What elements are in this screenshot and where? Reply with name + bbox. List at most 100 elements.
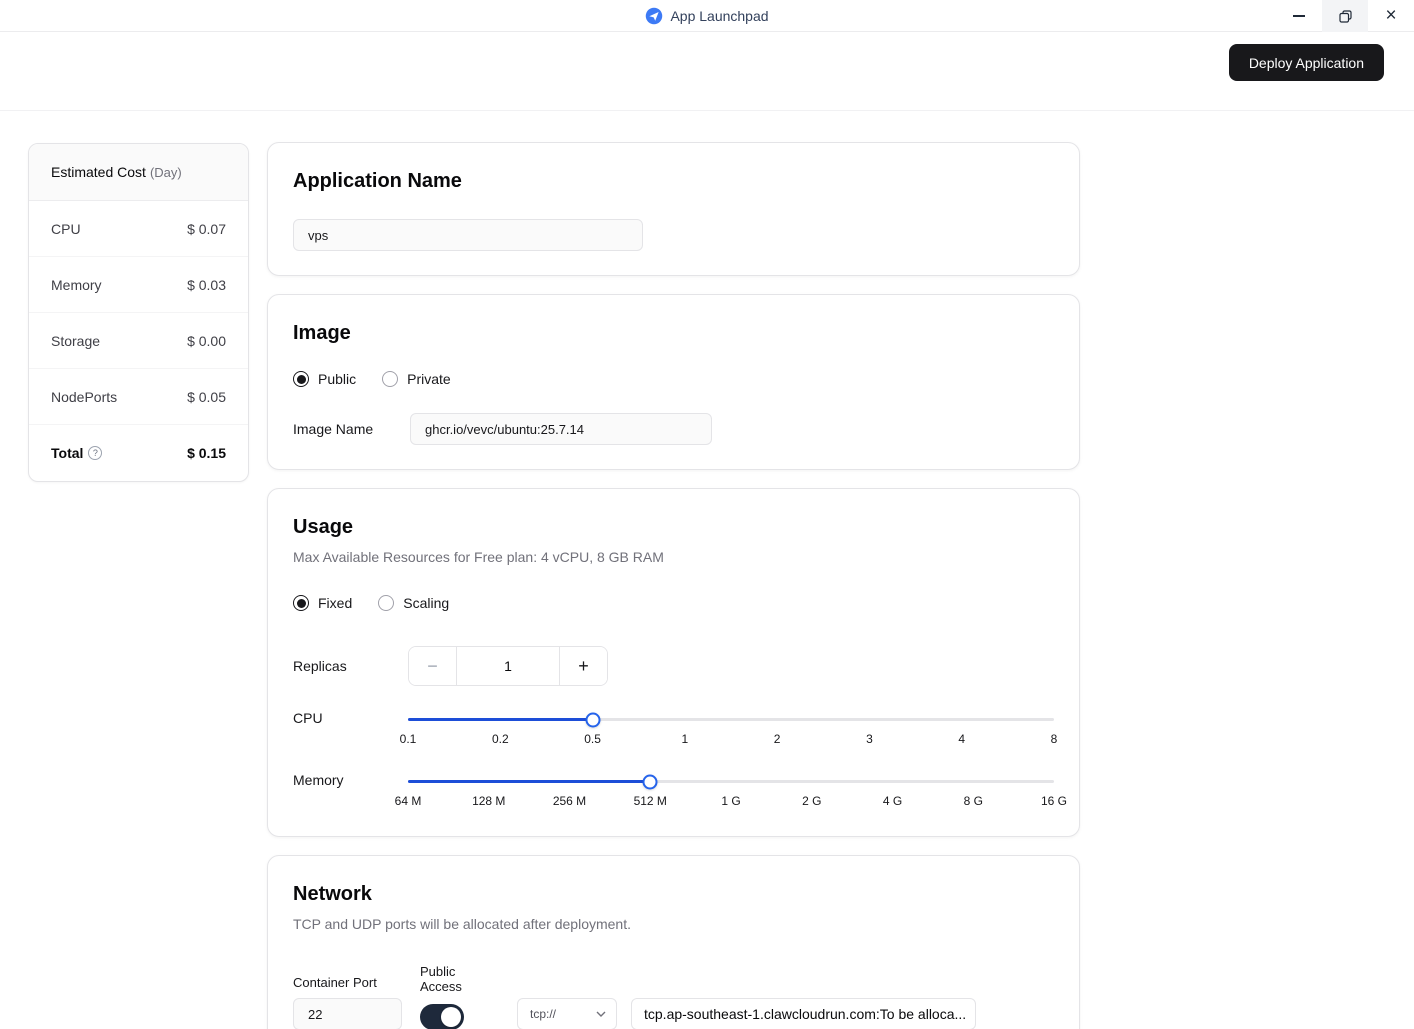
- network-title: Network: [293, 883, 372, 905]
- memory-tick: 1 G: [721, 794, 741, 808]
- container-port-column: Container Port: [293, 975, 402, 1029]
- public-address-value[interactable]: tcp.ap-southeast-1.clawcloudrun.com:To b…: [631, 998, 976, 1029]
- memory-tick: 4 G: [882, 794, 903, 808]
- cpu-tick: 0.5: [584, 732, 601, 746]
- public-access-label: Public Access: [420, 964, 462, 994]
- close-icon: ×: [1385, 5, 1397, 26]
- cost-row-memory: Memory $ 0.03: [29, 257, 248, 313]
- replicas-label: Replicas: [293, 658, 347, 674]
- replicas-value: 1: [504, 658, 512, 674]
- cpu-slider[interactable]: 0.1 0.2 0.5 1 2 3 4 8: [400, 706, 1057, 750]
- radio-scaling-control[interactable]: [378, 595, 395, 611]
- image-card: Image Public Private Image Name: [267, 294, 1080, 470]
- memory-tick: 2 G: [802, 794, 822, 808]
- cpu-tick: 2: [773, 732, 781, 746]
- cpu-tick: 0.2: [491, 732, 509, 746]
- memory-tick: 16 G: [1040, 794, 1068, 808]
- memory-label: Memory: [293, 772, 344, 788]
- public-access-column: Public Access: [420, 964, 499, 1029]
- usage-mode-radios: Fixed Scaling: [293, 595, 1054, 611]
- cpu-tick: 1: [681, 732, 689, 746]
- image-name-row: Image Name: [293, 413, 1054, 445]
- main-column: Application Name Image Public Private: [267, 142, 1080, 1029]
- estimated-cost-header: Estimated Cost (Day): [29, 144, 248, 201]
- image-name-input[interactable]: [410, 413, 712, 445]
- usage-title: Usage: [293, 516, 354, 538]
- replicas-decrement-button[interactable]: −: [409, 647, 457, 685]
- container-port-input[interactable]: [293, 998, 402, 1029]
- cpu-row: CPU 0.1 0.2 0.5 1 2 3 4 8: [293, 706, 1057, 750]
- content-area: Estimated Cost (Day) CPU $ 0.07 Memory $ …: [0, 111, 1414, 1029]
- radio-public-control[interactable]: [293, 371, 309, 387]
- total-value: $ 0.15: [187, 445, 226, 461]
- cost-row-value: $ 0.03: [187, 276, 226, 293]
- radio-scaling-label: Scaling: [403, 595, 450, 611]
- memory-slider-handle[interactable]: [642, 774, 658, 789]
- protocol-select[interactable]: tcp://: [517, 998, 617, 1029]
- radio-fixed-label: Fixed: [318, 595, 353, 611]
- radio-private-label: Private: [407, 371, 451, 387]
- cost-row-storage: Storage $ 0.00: [29, 313, 248, 369]
- protocol-value: tcp://: [530, 1007, 557, 1021]
- image-name-label: Image Name: [293, 421, 374, 437]
- help-icon[interactable]: ?: [88, 446, 103, 460]
- cost-row-value: $ 0.00: [187, 332, 226, 349]
- cpu-tick: 8: [1050, 732, 1058, 746]
- restore-icon: [1338, 9, 1352, 23]
- cpu-label: CPU: [293, 710, 323, 726]
- radio-fixed[interactable]: Fixed: [293, 595, 352, 611]
- application-name-input[interactable]: [293, 219, 643, 251]
- memory-tick: 512 M: [633, 794, 667, 808]
- network-controls-row: Container Port Public Access tcp://: [293, 964, 1054, 1029]
- memory-slider[interactable]: 64 M 128 M 256 M 512 M 1 G 2 G 4 G 8 G 1…: [395, 768, 1067, 812]
- cost-row-cpu: CPU $ 0.07: [29, 201, 248, 257]
- radio-fixed-control[interactable]: [293, 595, 309, 611]
- restore-button[interactable]: [1322, 0, 1368, 32]
- cost-row-value: $ 0.05: [187, 388, 226, 405]
- memory-row: Memory 64 M 128 M 256 M 512 M 1 G 2 G 4 …: [293, 768, 1067, 812]
- cpu-tick: 3: [866, 732, 873, 746]
- titlebar: App Launchpad ×: [0, 0, 1414, 32]
- chevron-down-icon: [596, 1011, 606, 1017]
- cpu-slider-fill: [408, 718, 593, 721]
- cost-row-value: $ 0.07: [187, 220, 226, 237]
- app-launchpad-window: App Launchpad × Deploy Application Estim…: [0, 0, 1414, 1029]
- deploy-application-button[interactable]: Deploy Application: [1228, 44, 1384, 81]
- minimize-button[interactable]: [1276, 0, 1322, 32]
- radio-public[interactable]: Public: [293, 371, 356, 387]
- radio-public-label: Public: [318, 371, 357, 387]
- image-title: Image: [293, 322, 351, 344]
- replicas-stepper: − 1 +: [408, 646, 608, 686]
- cost-row-label: CPU: [51, 220, 81, 237]
- public-access-toggle-knob: [441, 1007, 461, 1027]
- estimated-cost-period: (Day): [149, 165, 182, 180]
- cost-row-label: NodePorts: [51, 388, 118, 405]
- page-header: Deploy Application: [0, 32, 1414, 111]
- radio-private-control[interactable]: [382, 371, 399, 387]
- close-button[interactable]: ×: [1368, 0, 1414, 32]
- radio-scaling[interactable]: Scaling: [378, 595, 449, 611]
- cost-row-total: Total ? $ 0.15: [29, 425, 248, 481]
- estimated-cost-panel: Estimated Cost (Day) CPU $ 0.07 Memory $ …: [28, 143, 249, 482]
- cpu-tick: 4: [958, 732, 966, 746]
- cost-row-nodeports: NodePorts $ 0.05: [29, 369, 248, 425]
- replicas-row: Replicas − 1 +: [293, 646, 1054, 686]
- cost-row-label: Storage: [51, 332, 101, 349]
- window-controls: ×: [1276, 0, 1414, 32]
- usage-subtitle: Max Available Resources for Free plan: 4…: [293, 549, 664, 565]
- usage-card: Usage Max Available Resources for Free p…: [267, 488, 1080, 837]
- cpu-slider-handle[interactable]: [585, 712, 601, 727]
- titlebar-title: App Launchpad: [645, 7, 769, 25]
- application-name-card: Application Name: [267, 142, 1080, 276]
- application-name-title: Application Name: [293, 170, 462, 192]
- memory-tick: 64 M: [394, 794, 422, 808]
- replicas-increment-button[interactable]: +: [559, 647, 607, 685]
- public-access-toggle[interactable]: [420, 1004, 464, 1029]
- cpu-tick: 0.1: [399, 732, 417, 746]
- minimize-icon: [1293, 15, 1305, 17]
- memory-tick: 128 M: [472, 794, 506, 808]
- radio-private[interactable]: Private: [382, 371, 451, 387]
- memory-tick: 8 G: [963, 794, 983, 808]
- memory-slider-fill: [408, 780, 651, 783]
- cost-row-label: Memory: [51, 276, 102, 293]
